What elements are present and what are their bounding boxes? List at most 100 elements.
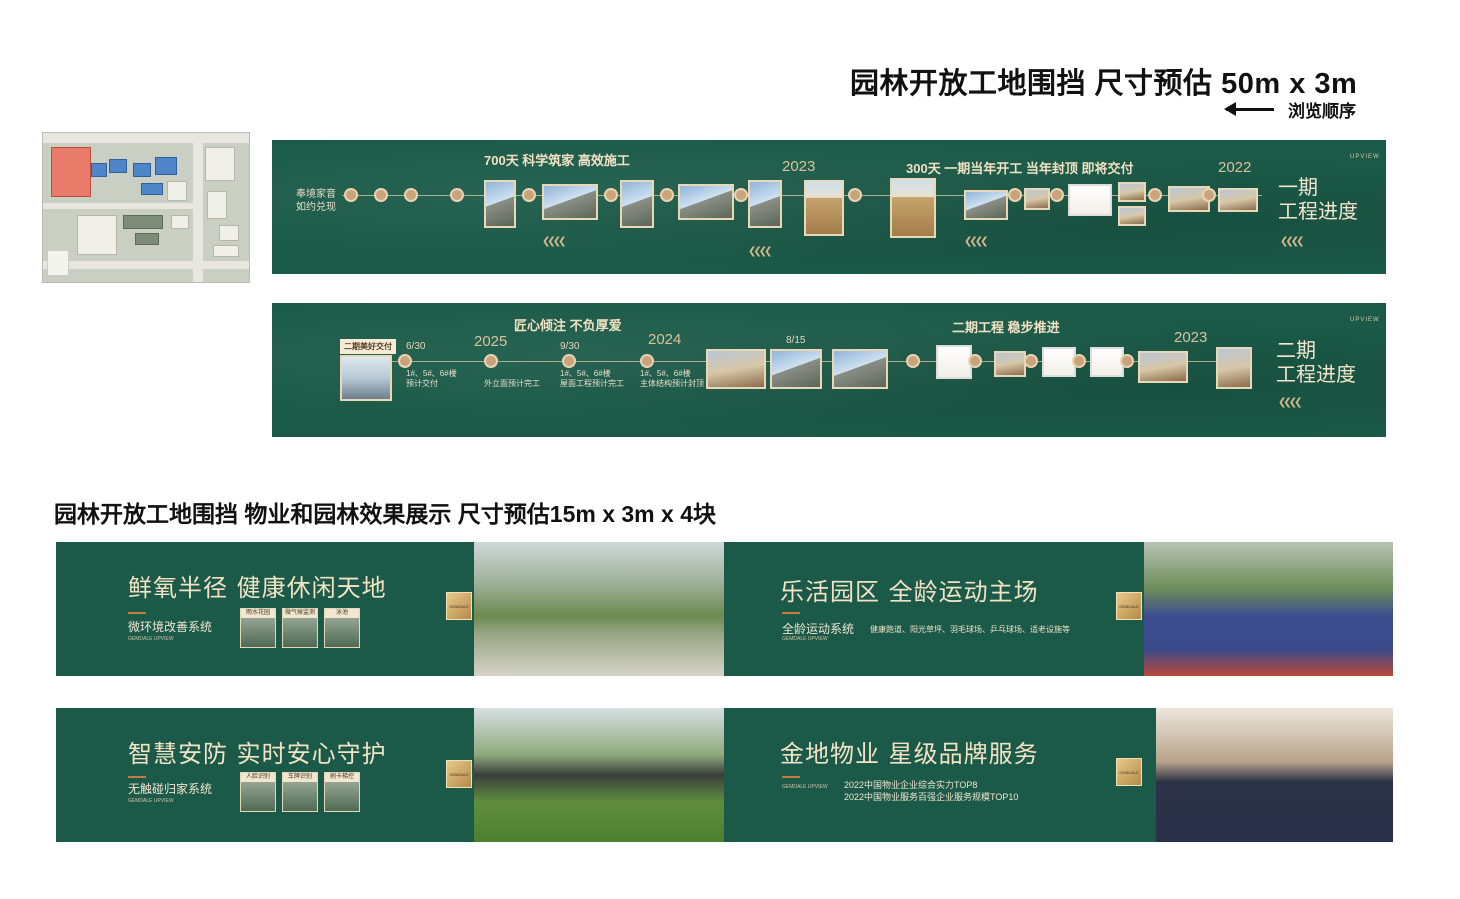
panel1-en: GEMDALE UPVIEW: [128, 636, 174, 642]
panel1-headline: 鲜氧半径 健康休闲天地: [128, 574, 387, 602]
milestone-text: 1#、5#、6#楼: [640, 369, 691, 378]
milestone-text: 1#、5#、6#楼: [406, 369, 457, 378]
phase2-title-line1: 二期: [1276, 340, 1316, 362]
timeline-node: [1148, 188, 1162, 202]
timeline-node: [906, 354, 920, 368]
garden-scene-image: [474, 542, 724, 676]
timeline-node: [398, 354, 412, 368]
sports-panel: 乐活园区 全龄运动主场 全龄运动系统 GEMDALE UPVIEW 健康跑道、阳…: [724, 542, 1393, 676]
security-guard-image: [1156, 708, 1393, 842]
page-title: 园林开放工地围挡 尺寸预估 50m x 3m: [850, 68, 1358, 100]
timeline-node: [660, 188, 674, 202]
construction-photo: [484, 180, 516, 228]
tower-photo: [890, 178, 936, 238]
gold-badge-icon: GEMDALE: [1116, 758, 1142, 786]
accent-rule: [128, 612, 146, 614]
timeline-node: [734, 188, 748, 202]
phase2-progress-banner: 二期美好交付 6/30 1#、5#、6#楼 预计交付 2025 外立面预计完工 …: [272, 303, 1386, 437]
certificate-photo: [1068, 184, 1112, 216]
brand-logo: UPVIEW: [1350, 154, 1380, 160]
panel2-en: GEMDALE UPVIEW: [782, 636, 828, 642]
thumb-3: 刷卡梯控: [324, 772, 360, 812]
year-label: 2023: [1174, 329, 1208, 346]
site-photo: [706, 349, 766, 389]
site-photo: [1216, 347, 1252, 389]
accent-rule: [128, 776, 146, 778]
chevron-left-icon: ❮❮❮❮: [1278, 397, 1302, 408]
timeline-node: [1024, 354, 1038, 368]
panel4-line1: 2022中国物业企业综合实力TOP8: [844, 780, 978, 790]
tower-photo: [804, 180, 844, 236]
milestone-text: 预计交付: [406, 379, 438, 388]
panel3-subline: 无触碰归家系统: [128, 782, 213, 796]
chevron-left-icon: ❮❮❮❮: [1280, 236, 1304, 247]
panel2-desc: 健康跑道、阳光草坪、羽毛球场、乒乓球场、适老设施等: [870, 625, 1070, 634]
thumb-2: 车牌识别: [282, 772, 318, 812]
phase1-title-line1: 一期: [1278, 177, 1318, 199]
garden-panel: 鲜氧半径 健康休闲天地 微环境改善系统 GEMDALE UPVIEW 雨水花园 …: [56, 542, 724, 676]
phase2-title-line2: 工程进度: [1276, 364, 1356, 386]
pavilion-scene-image: [474, 708, 724, 842]
property-service-panel: 金地物业 星级品牌服务 GEMDALE UPVIEW 2022中国物业企业综合实…: [724, 708, 1393, 842]
timeline-node: [968, 354, 982, 368]
timeline-node: [344, 188, 358, 202]
site-photo: [994, 351, 1026, 377]
date-label: 8/15: [786, 335, 806, 346]
banner1-left-line2: 如约兑现: [296, 202, 336, 213]
site-photo: [1118, 206, 1146, 226]
thumb-2: 微气候监测: [282, 608, 318, 648]
milestone-text: 屋面工程预计完工: [560, 379, 624, 388]
timeline-node: [604, 188, 618, 202]
date-label: 9/30: [560, 341, 580, 352]
panel1-subline: 微环境改善系统: [128, 620, 213, 634]
banner1-year-a: 2023: [782, 158, 816, 175]
timeline-node: [1008, 188, 1022, 202]
construction-photo: [542, 184, 598, 220]
banner2-heading-b: 二期工程 稳步推进: [952, 320, 1060, 335]
timeline-node: [484, 354, 498, 368]
site-photo: [1024, 188, 1050, 210]
timeline-node: [522, 188, 536, 202]
panel4-headline: 金地物业 星级品牌服务: [780, 740, 1039, 768]
site-photo: [1138, 351, 1188, 383]
certificate-photo: [1090, 347, 1124, 377]
certificate-photo: [1042, 347, 1076, 377]
milestone-text: 1#、5#、6#楼: [560, 369, 611, 378]
gold-badge-icon: GEMDALE: [446, 760, 472, 788]
banner2-heading-a: 匠心倾注 不负厚爱: [514, 318, 622, 333]
banner1-heading-b: 300天 一期当年开工 当年封顶 即将交付: [906, 161, 1134, 176]
browse-label: 浏览顺序: [1288, 101, 1356, 121]
timeline-node: [404, 188, 418, 202]
phase2-delivery-tag: 二期美好交付: [340, 339, 396, 354]
timeline-node: [848, 188, 862, 202]
site-photo: [1218, 188, 1258, 212]
timeline-node: [1120, 354, 1134, 368]
accent-rule: [782, 776, 800, 778]
certificate-photo: [936, 345, 972, 379]
chevron-left-icon: ❮❮❮❮: [542, 236, 566, 247]
thumb-1: 人脸识别: [240, 772, 276, 812]
milestone-text: 主体结构预计封顶: [640, 379, 704, 388]
milestone-text: 外立面预计完工: [484, 379, 540, 388]
year-label: 2024: [648, 331, 682, 348]
construction-photo: [770, 349, 822, 389]
gold-badge-icon: GEMDALE: [1116, 592, 1142, 620]
timeline-node: [450, 188, 464, 202]
thumb-3: 泳池: [324, 608, 360, 648]
banner1-year-b: 2022: [1218, 159, 1252, 176]
timeline-node: [1050, 188, 1064, 202]
timeline-node: [640, 354, 654, 368]
brand-logo: UPVIEW: [1350, 317, 1380, 323]
banner1-heading-a: 700天 科学筑家 高效施工: [484, 153, 630, 168]
construction-photo: [678, 184, 734, 220]
chevron-left-icon: ❮❮❮❮: [748, 246, 772, 257]
accent-rule: [782, 612, 800, 614]
timeline-node: [1072, 354, 1086, 368]
panel4-en: GEMDALE UPVIEW: [782, 784, 828, 790]
phase1-progress-banner: 奉境家音 如约兑现 700天 科学筑家 高效施工 2023 300天 一期当年开…: [272, 140, 1386, 274]
section-title: 园林开放工地围挡 物业和园林效果展示 尺寸预估15m x 3m x 4块: [54, 501, 716, 527]
date-label: 6/30: [406, 341, 426, 352]
construction-photo: [620, 180, 654, 228]
panel3-headline: 智慧安防 实时安心守护: [128, 740, 387, 768]
sports-court-image: [1144, 542, 1393, 676]
